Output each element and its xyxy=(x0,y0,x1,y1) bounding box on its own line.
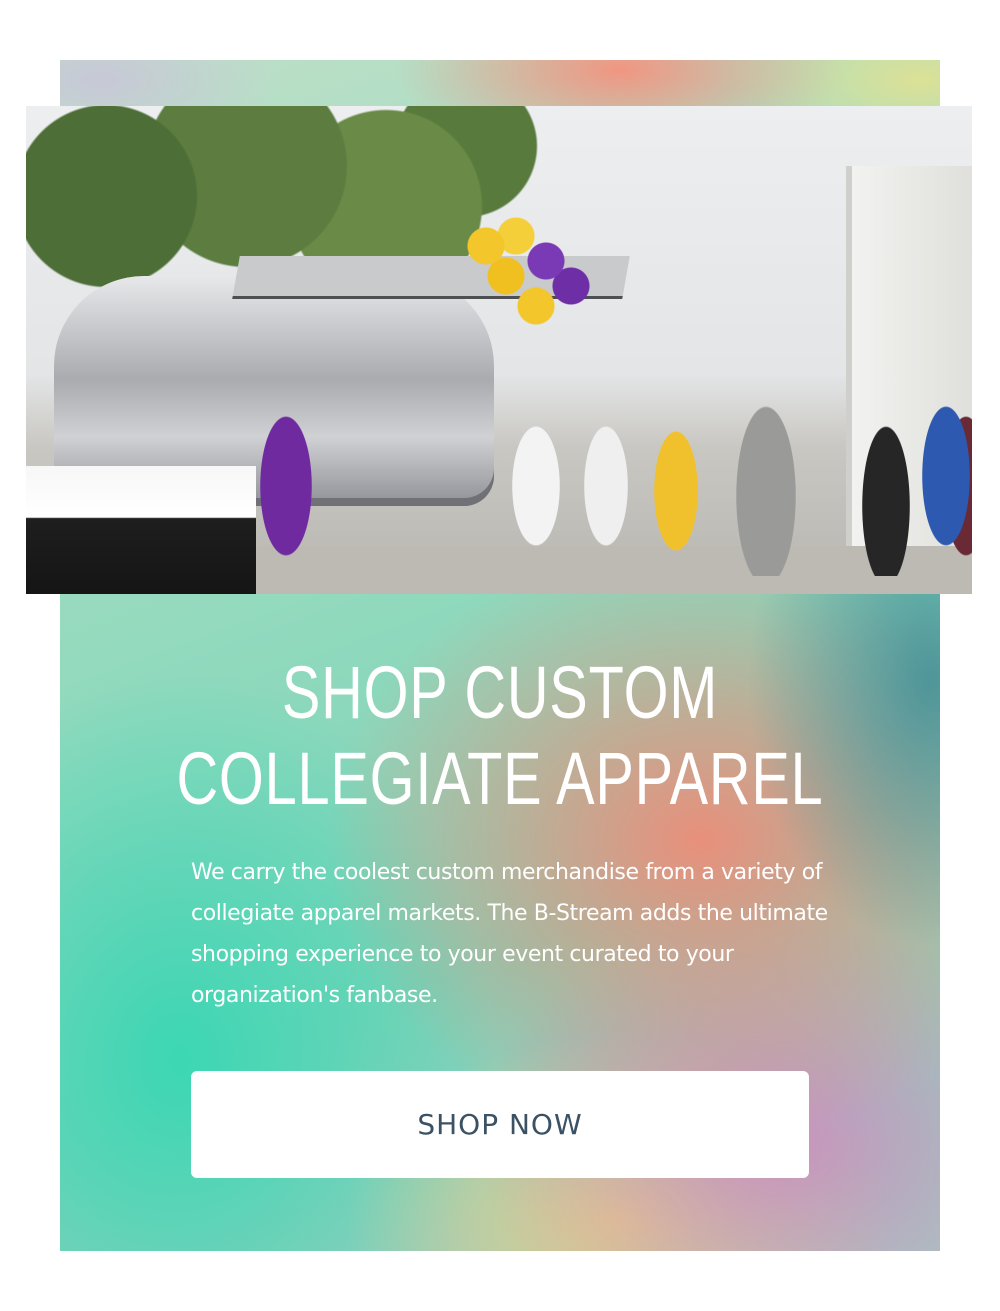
promo-headline: SHOP CUSTOM COLLEGIATE APPAREL xyxy=(157,650,843,822)
promo-description: We carry the coolest custom merchandise … xyxy=(191,860,828,1008)
headline-line-1: SHOP CUSTOM xyxy=(281,651,719,734)
balloon-arch xyxy=(456,216,606,366)
shop-now-button[interactable]: SHOP NOW xyxy=(191,1071,809,1178)
merch-table xyxy=(26,466,256,594)
headline-line-2: COLLEGIATE APPAREL xyxy=(176,737,824,820)
event-photo xyxy=(26,106,972,594)
crowd xyxy=(246,346,972,576)
